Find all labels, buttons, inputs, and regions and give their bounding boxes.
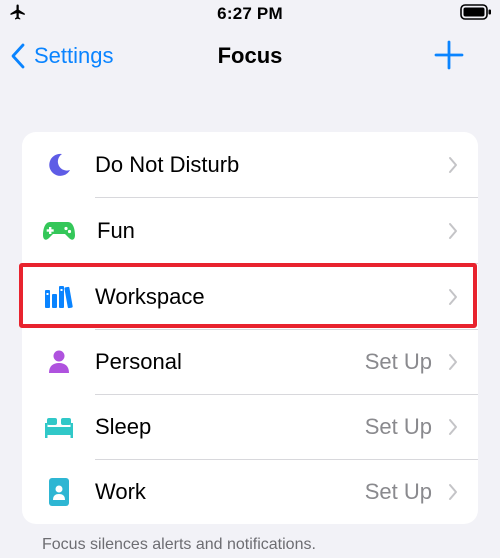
- chevron-right-icon: [449, 288, 457, 305]
- chevron-right-icon: [449, 222, 457, 239]
- focus-item-label: Do Not Disturb: [95, 151, 240, 177]
- focus-item-do-not-disturb[interactable]: Do Not Disturb: [22, 132, 478, 197]
- chevron-right-icon: [449, 483, 457, 500]
- focus-list: Do Not Disturb Fun Workspace Personal Se…: [22, 132, 478, 524]
- footer-note: Focus silences alerts and notifications.: [42, 536, 316, 553]
- focus-item-sleep[interactable]: Sleep Set Up: [22, 394, 478, 459]
- focus-item-label: Workspace: [95, 283, 205, 309]
- books-icon: [42, 280, 76, 314]
- focus-item-personal[interactable]: Personal Set Up: [22, 329, 478, 394]
- page-title: Focus: [217, 43, 283, 68]
- bed-icon: [42, 410, 76, 444]
- focus-item-work[interactable]: Work Set Up: [22, 459, 478, 524]
- navigation-bar: Settings Focus: [0, 30, 500, 84]
- add-icon[interactable]: [434, 40, 464, 70]
- id-badge-icon: [42, 475, 76, 509]
- moon-icon: [42, 148, 76, 182]
- focus-item-detail: Set Up: [364, 348, 432, 374]
- game-controller-icon: [42, 214, 76, 248]
- focus-item-label: Personal: [95, 348, 182, 374]
- chevron-right-icon: [449, 156, 457, 173]
- focus-item-detail: Set Up: [364, 478, 432, 504]
- focus-item-label: Sleep: [95, 413, 152, 439]
- person-icon: [42, 345, 76, 379]
- focus-item-fun[interactable]: Fun: [22, 198, 478, 263]
- status-time: 6:27 PM: [217, 4, 283, 23]
- focus-item-detail: Set Up: [364, 413, 432, 439]
- chevron-right-icon: [449, 418, 457, 435]
- focus-item-workspace[interactable]: Workspace: [22, 264, 478, 329]
- focus-item-label: Work: [95, 478, 146, 504]
- focus-item-label: Fun: [97, 217, 135, 243]
- battery-icon: [460, 4, 491, 20]
- chevron-right-icon: [449, 353, 457, 370]
- status-bar: 6:27 PM: [0, 0, 500, 30]
